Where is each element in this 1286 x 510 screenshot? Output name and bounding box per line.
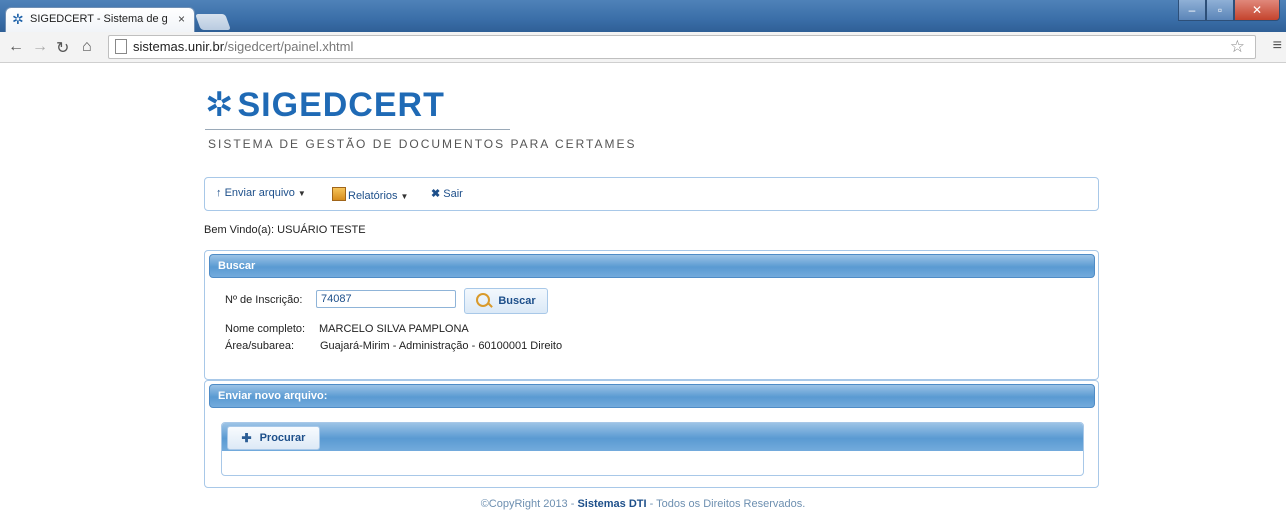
bookmark-star-icon[interactable]: ☆	[1230, 37, 1245, 57]
logo-text: SIGEDCERT	[237, 85, 445, 124]
url-path: /sigedcert/painel.xhtml	[224, 39, 354, 54]
browse-button-label: Procurar	[259, 432, 306, 444]
upload-panel: Enviar novo arquivo: ✚ Procurar	[204, 380, 1099, 488]
logo-divider	[205, 129, 510, 130]
search-button[interactable]: Buscar	[464, 288, 548, 314]
browser-menu-icon[interactable]: ≡	[1273, 37, 1282, 55]
browser-toolbar: ← → ↻ ⌂ sistemas.unir.br/sigedcert/paine…	[0, 32, 1286, 63]
footer-suffix: - Todos os Direitos Reservados.	[646, 498, 806, 510]
maximize-icon[interactable]: ▫	[1206, 0, 1234, 21]
area-value: Guajará-Mirim - Administração - 60100001…	[320, 340, 563, 352]
window-controls: ‒ ▫ ✕	[1178, 0, 1280, 21]
url-text: sistemas.unir.br/sigedcert/painel.xhtml	[133, 39, 353, 54]
close-x-icon: ✖	[431, 188, 441, 200]
browser-titlebar: ✲ SIGEDCERT - Sistema de g × ‒ ▫ ✕	[0, 0, 1286, 32]
upload-arrow-icon: ↑	[216, 187, 222, 199]
chevron-down-icon: ▼	[400, 192, 409, 201]
footer-prefix: ©CopyRight 2013 -	[480, 498, 578, 510]
sigedcert-favicon-icon: ✲	[12, 11, 24, 27]
footer-brand: Sistemas DTI	[577, 498, 647, 510]
welcome-message: Bem Vindo(a): USUÁRIO TESTE	[204, 224, 366, 236]
search-panel: Buscar Nº de Inscrição: Buscar Nome comp…	[204, 250, 1099, 380]
reports-icon	[332, 187, 346, 201]
main-menu: ↑ Enviar arquivo ▼ Relatórios ▼ ✖ Sair	[204, 177, 1099, 211]
new-tab-button[interactable]	[195, 14, 231, 30]
search-panel-header: Buscar	[209, 254, 1095, 278]
inscription-input[interactable]	[316, 290, 456, 308]
chevron-down-icon: ▼	[297, 189, 306, 198]
file-upload-header: ✚ Procurar	[222, 423, 1083, 451]
search-button-label: Buscar	[498, 295, 536, 307]
file-upload-widget: ✚ Procurar	[221, 422, 1084, 476]
tab-close-icon[interactable]: ×	[178, 12, 185, 26]
inscription-label: Nº de Inscrição:	[225, 294, 303, 306]
magnifier-icon	[476, 293, 491, 307]
tab-title: SIGEDCERT - Sistema de g	[30, 13, 168, 25]
full-name-label: Nome completo:	[225, 323, 306, 335]
search-panel-title: Buscar	[218, 260, 256, 272]
full-name-value: MARCELO SILVA PAMPLONA	[319, 323, 469, 335]
upload-panel-title: Enviar novo arquivo:	[218, 390, 328, 402]
forward-arrow-icon[interactable]: →	[32, 38, 48, 56]
home-icon[interactable]: ⌂	[82, 38, 92, 56]
plus-icon: ✚	[241, 431, 252, 445]
minimize-icon[interactable]: ‒	[1178, 0, 1206, 21]
logo-mark-icon: ✲	[205, 86, 234, 124]
close-window-icon[interactable]: ✕	[1234, 0, 1280, 21]
menu-item-label: Sair	[443, 188, 463, 200]
page-icon	[115, 39, 127, 54]
browse-button[interactable]: ✚ Procurar	[227, 426, 320, 450]
back-arrow-icon[interactable]: ←	[8, 38, 24, 56]
menu-item-label: Relatórios	[348, 190, 398, 202]
footer-copyright: ©CopyRight 2013 - Sistemas DTI - Todos o…	[0, 498, 1286, 510]
browser-tab[interactable]: ✲ SIGEDCERT - Sistema de g ×	[6, 8, 194, 32]
url-host: sistemas.unir.br	[133, 39, 225, 54]
tagline: SISTEMA DE GESTÃO DE DOCUMENTOS PARA CER…	[208, 137, 637, 151]
reload-icon[interactable]: ↻	[56, 38, 69, 58]
menu-sair[interactable]: ✖ Sair	[431, 187, 463, 200]
upload-panel-header: Enviar novo arquivo:	[209, 384, 1095, 408]
address-bar[interactable]: sistemas.unir.br/sigedcert/painel.xhtml …	[108, 35, 1256, 59]
area-label: Área/subarea:	[225, 340, 295, 352]
menu-enviar-arquivo[interactable]: ↑ Enviar arquivo ▼	[216, 187, 306, 199]
app-logo: ✲ SIGEDCERT	[205, 85, 445, 125]
menu-relatorios[interactable]: Relatórios ▼	[332, 187, 408, 202]
menu-item-label: Enviar arquivo	[224, 187, 295, 199]
